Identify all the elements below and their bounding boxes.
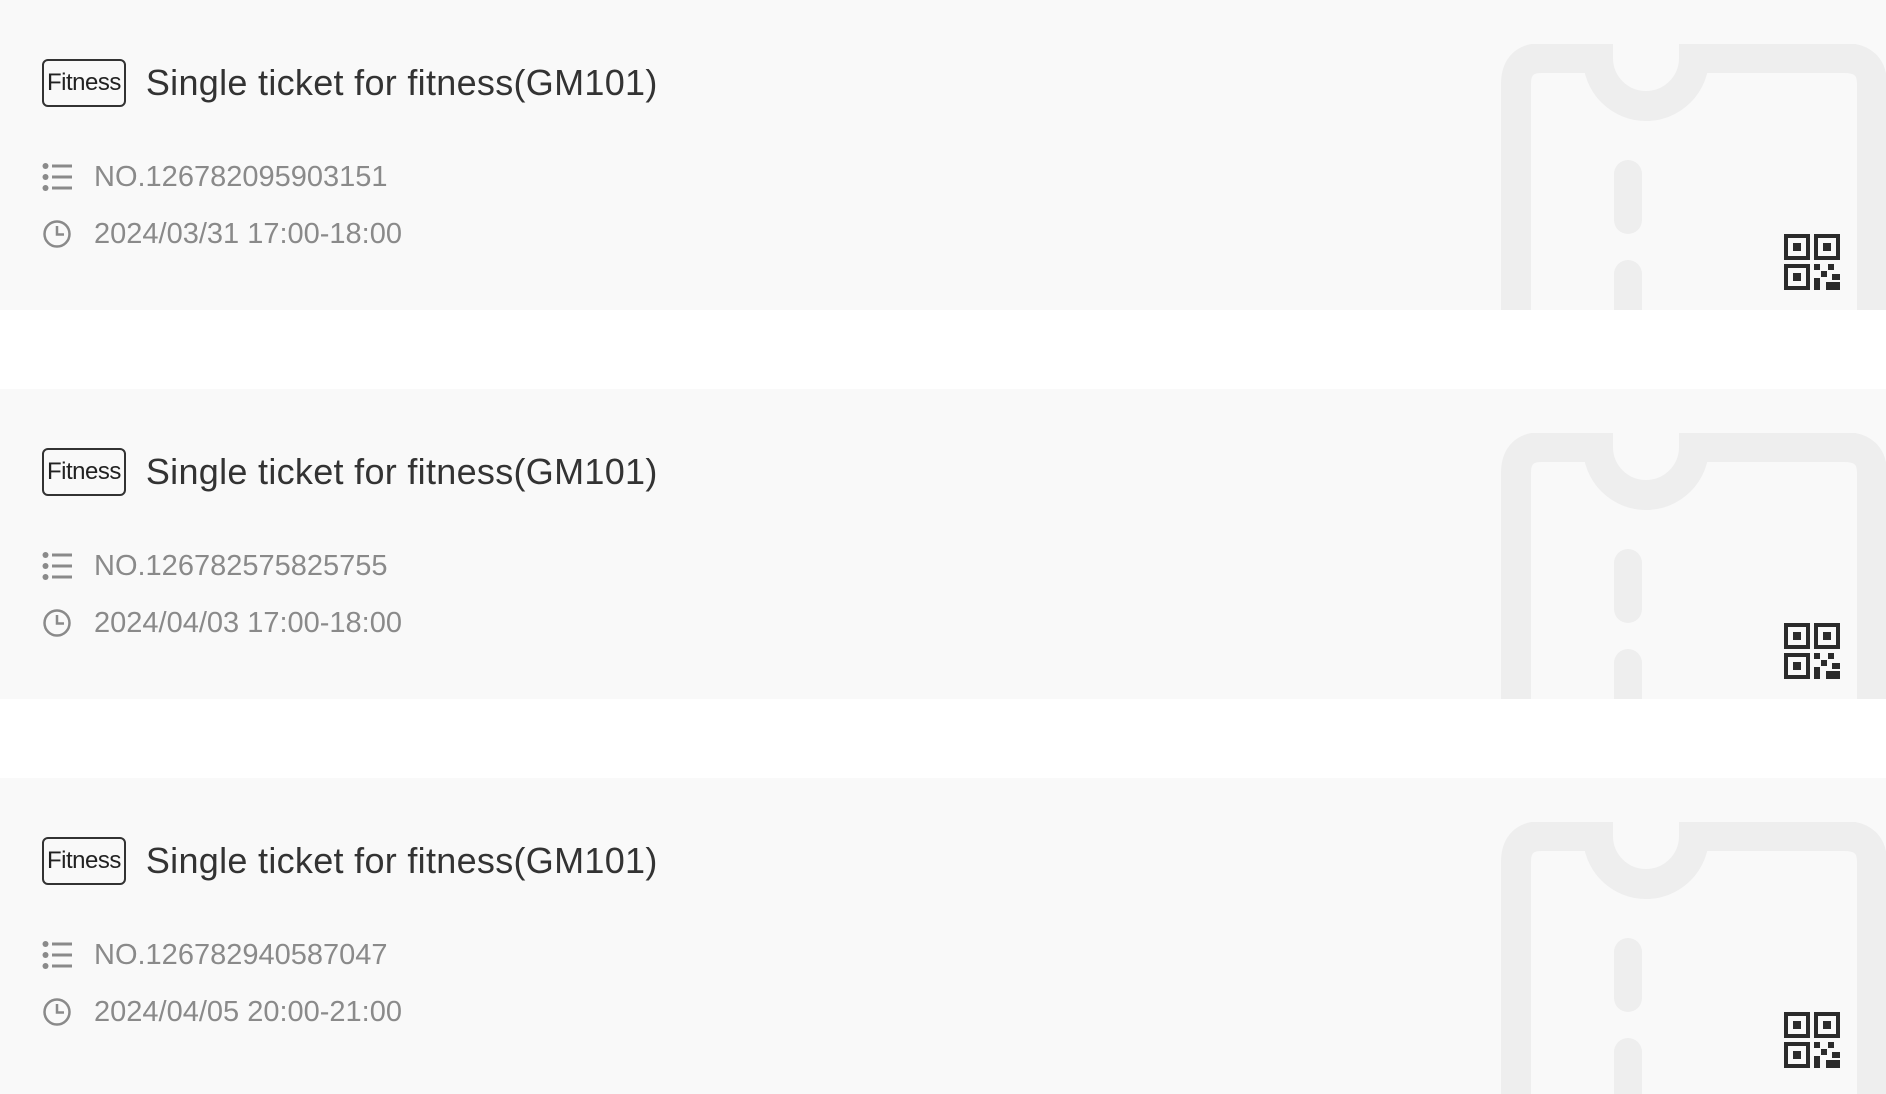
category-tag: Fitness [42,448,126,496]
ticket-number: NO.126782940587047 [94,938,388,971]
ticket-list: Fitness Single ticket for fitness(GM101)… [0,0,1886,1094]
ticket-number-row: NO.126782095903151 [42,157,387,197]
ticket-header: Fitness Single ticket for fitness(GM101) [42,832,658,890]
clock-icon [42,997,72,1027]
category-tag: Fitness [42,59,126,107]
list-icon [42,940,72,970]
ticket-time: 2024/04/05 20:00-21:00 [94,995,402,1028]
ticket-header: Fitness Single ticket for fitness(GM101) [42,54,658,112]
ticket-time-row: 2024/04/05 20:00-21:00 [42,992,402,1032]
clock-icon [42,608,72,638]
ticket-number-row: NO.126782575825755 [42,546,387,586]
ticket-number: NO.126782095903151 [94,160,388,193]
qr-code-icon[interactable] [1784,1012,1840,1068]
ticket-time: 2024/04/03 17:00-18:00 [94,606,402,639]
ticket-time-row: 2024/03/31 17:00-18:00 [42,214,402,254]
category-tag: Fitness [42,837,126,885]
ticket-title: Single ticket for fitness(GM101) [145,451,658,492]
clock-icon [42,219,72,249]
ticket-number-row: NO.126782940587047 [42,935,387,975]
ticket-card[interactable]: Fitness Single ticket for fitness(GM101)… [0,778,1886,1094]
ticket-title: Single ticket for fitness(GM101) [145,62,658,103]
ticket-title: Single ticket for fitness(GM101) [145,840,658,881]
ticket-time: 2024/03/31 17:00-18:00 [94,217,402,250]
qr-code-icon[interactable] [1784,623,1840,679]
list-icon [42,551,72,581]
ticket-header: Fitness Single ticket for fitness(GM101) [42,443,658,501]
ticket-number: NO.126782575825755 [94,549,388,582]
list-icon [42,162,72,192]
qr-code-icon[interactable] [1784,234,1840,290]
ticket-time-row: 2024/04/03 17:00-18:00 [42,603,402,643]
ticket-card[interactable]: Fitness Single ticket for fitness(GM101)… [0,0,1886,310]
ticket-card[interactable]: Fitness Single ticket for fitness(GM101)… [0,389,1886,699]
